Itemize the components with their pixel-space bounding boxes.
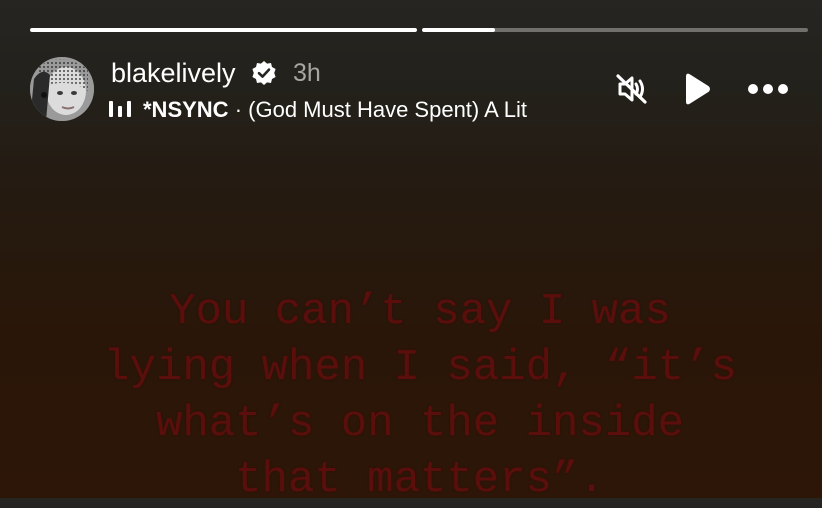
music-bars-icon (109, 101, 131, 117)
story-text-line: that matters”. (235, 455, 605, 505)
story-text-line: lying when I said, “it’s (103, 343, 737, 393)
song-title: (God Must Have Spent) A Lit (248, 97, 527, 122)
verified-badge-icon (252, 61, 276, 85)
story-text-line: You can’t say I was (169, 287, 671, 337)
avatar[interactable] (30, 57, 94, 121)
more-horizontal-icon (748, 84, 788, 94)
song-info[interactable]: *NSYNC · (God Must Have Spent) A Lit (143, 96, 585, 124)
mute-button[interactable] (612, 69, 652, 109)
play-icon (686, 73, 710, 105)
speaker-muted-icon (616, 74, 647, 104)
story-progress-bar (30, 28, 808, 32)
progress-fill-2 (421, 28, 495, 32)
progress-segment-2 (421, 28, 808, 32)
story-text-line: what’s on the inside (155, 399, 685, 449)
progress-segment-1 (30, 28, 417, 32)
post-time: 3h (293, 58, 321, 87)
song-artist: *NSYNC (143, 97, 229, 122)
avatar-image (30, 57, 94, 121)
story-text: You can’t say I was lying when I said, “… (40, 284, 800, 508)
more-options-button[interactable] (744, 69, 792, 109)
username[interactable]: blakelively (111, 57, 236, 89)
song-separator: · (228, 97, 249, 122)
play-button[interactable] (676, 69, 716, 109)
progress-fill-1 (30, 28, 417, 32)
